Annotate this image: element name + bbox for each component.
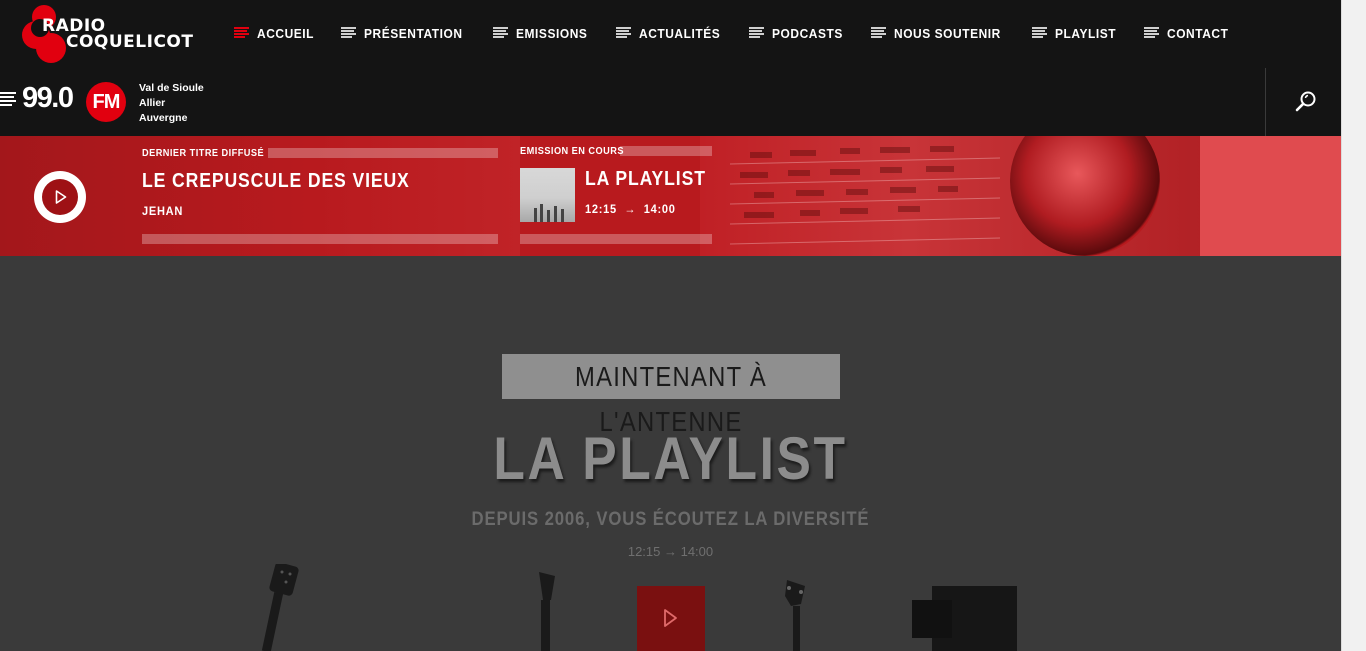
show-end-time: 14:00	[643, 202, 676, 216]
hero-schedule: 12:15 → 14:00	[627, 544, 714, 559]
search-icon	[1295, 91, 1316, 112]
current-show-thumbnail[interactable]	[520, 168, 575, 222]
hero-subtitle: DEPUIS 2006, VOUS ÉCOUTEZ LA DIVERSITÉ	[471, 509, 870, 530]
site-header: RADIO COQUELICOT 99.0 FM Val de Sioule A…	[0, 0, 1341, 136]
menu-lines-icon	[749, 27, 765, 39]
region-text: Val de Sioule Allier Auvergne	[139, 81, 204, 126]
nav-item-contact[interactable]: CONTACT	[1143, 25, 1234, 41]
nav-label: EMISSIONS	[516, 25, 588, 41]
play-icon	[664, 609, 677, 627]
region-line: Auvergne	[139, 112, 188, 124]
nav-label: NOUS SOUTENIR	[894, 25, 1001, 41]
signal-lines-icon	[0, 92, 16, 108]
current-show-kicker: EMISSION EN COURS	[520, 146, 624, 157]
nav-item-presentation[interactable]: PRÉSENTATION	[340, 25, 471, 41]
on-air-hero: MAINTENANT À L'ANTENNE LA PLAYLIST DEPUI…	[0, 256, 1341, 651]
decor-strip	[268, 148, 498, 158]
nav-item-playlist[interactable]: PLAYLIST	[1032, 26, 1121, 41]
region-line: Allier	[139, 97, 166, 109]
arrow-icon: →	[624, 202, 637, 216]
region-line: Val de Sioule	[139, 82, 204, 94]
fm-badge: FM	[86, 82, 126, 122]
nav-label: CONTACT	[1166, 25, 1229, 41]
nav-label: ACCUEIL	[257, 25, 315, 41]
logo-petal	[36, 33, 66, 63]
decor-strip	[520, 234, 712, 244]
menu-lines-icon	[340, 27, 356, 39]
nav-item-nous-soutenir[interactable]: NOUS SOUTENIR	[871, 26, 1010, 41]
main-nav: ACCUEIL PRÉSENTATION EMISSIONS ACTUALITÉ…	[234, 22, 1256, 44]
play-icon	[55, 190, 67, 204]
bar-right-panel	[1200, 136, 1341, 256]
decor-strip	[620, 146, 712, 156]
now-playing-bar: DERNIER TITRE DIFFUSÉ LE CREPUSCULE DES …	[0, 136, 1341, 256]
page: RADIO COQUELICOT 99.0 FM Val de Sioule A…	[0, 0, 1341, 651]
current-show-time: 12:15 → 14:00	[585, 202, 676, 216]
show-start-time: 12:15	[585, 202, 617, 216]
electric-guitar-icon	[539, 572, 555, 651]
nav-item-actualites[interactable]: ACTUALITÉS	[615, 25, 727, 41]
site-logo[interactable]: RADIO COQUELICOT	[22, 5, 212, 65]
logo-text-line2: COQUELICOT	[66, 32, 194, 52]
frequency-number: 99.0	[22, 82, 74, 114]
current-show-title[interactable]: LA PLAYLIST	[585, 168, 706, 191]
last-track-kicker: DERNIER TITRE DIFFUSÉ	[142, 148, 265, 159]
play-live-button[interactable]	[34, 171, 86, 223]
browser-scrollbar[interactable]	[1341, 0, 1366, 651]
nav-label: PODCASTS	[772, 25, 843, 41]
nav-item-emissions[interactable]: EMISSIONS	[493, 26, 594, 41]
nav-label: ACTUALITÉS	[638, 25, 721, 41]
menu-lines-icon	[615, 27, 631, 39]
bass-guitar-icon	[785, 580, 805, 651]
last-track-title: LE CREPUSCULE DES VIEUX	[142, 170, 410, 192]
decor-strip	[142, 234, 498, 244]
menu-lines-icon	[1143, 27, 1159, 39]
nav-item-accueil[interactable]: ACCUEIL	[234, 26, 319, 41]
menu-lines-icon	[1032, 27, 1048, 39]
play-button-inner	[42, 179, 78, 215]
menu-lines-icon	[493, 27, 509, 39]
last-track-artist: JEHAN	[142, 204, 184, 218]
menu-lines-icon	[871, 27, 887, 39]
on-air-badge: MAINTENANT À L'ANTENNE	[502, 354, 840, 437]
menu-lines-icon	[234, 27, 249, 39]
hero-play-button[interactable]	[637, 586, 705, 651]
nav-label: PLAYLIST	[1055, 25, 1117, 41]
frequency-block: 99.0 FM Val de Sioule Allier Auvergne	[0, 80, 210, 126]
amplifier-icon	[912, 586, 1017, 651]
search-button[interactable]	[1265, 68, 1341, 136]
guitar-icon	[261, 564, 299, 651]
radio-dial-scale	[730, 146, 1000, 245]
nav-item-podcasts[interactable]: PODCASTS	[749, 26, 849, 41]
hero-show-title: LA PLAYLIST	[493, 425, 848, 492]
nav-label: PRÉSENTATION	[363, 25, 463, 41]
